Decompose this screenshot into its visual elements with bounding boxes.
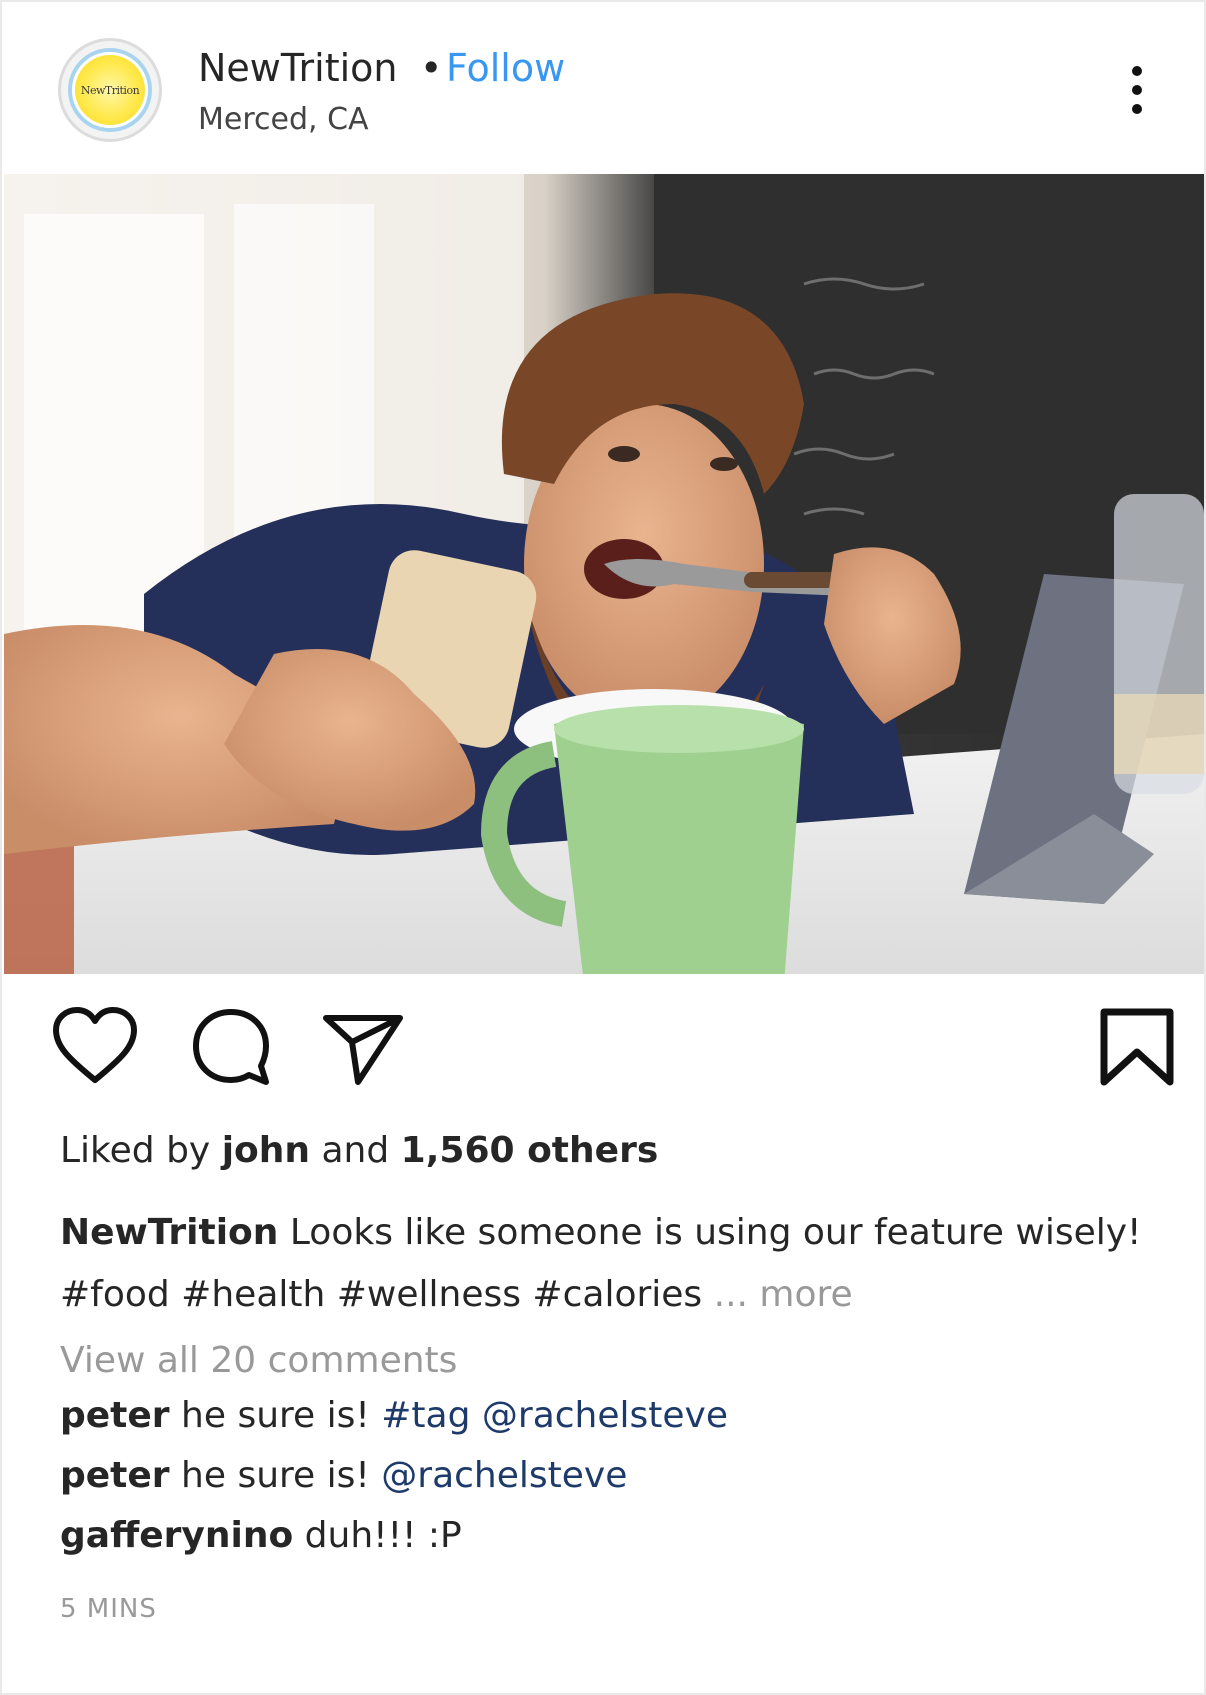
post-header: NewTrition NewTrition • Follow Merced, C…: [2, 2, 1204, 174]
caption-more-link[interactable]: ... more: [714, 1274, 853, 1315]
lemon-logo-icon: NewTrition: [75, 55, 145, 125]
caption-text: Looks like someone is using our feature …: [289, 1212, 1142, 1253]
comment-item: peter he sure is! #tag @rachelsteve: [60, 1395, 728, 1436]
caption-author[interactable]: NewTrition: [60, 1212, 278, 1253]
separator-dot: •: [420, 46, 443, 90]
comment-links[interactable]: #tag @rachelsteve: [381, 1395, 728, 1436]
caption-hashtags[interactable]: #food #health #wellness #calories: [60, 1274, 702, 1315]
avatar-ring: NewTrition: [68, 48, 152, 132]
comment-username[interactable]: gafferynino: [60, 1515, 293, 1556]
likes-conj: and: [321, 1130, 390, 1171]
more-options-icon[interactable]: [1122, 60, 1152, 120]
share-icon[interactable]: [318, 1002, 408, 1092]
post-card: NewTrition NewTrition • Follow Merced, C…: [0, 0, 1206, 1695]
comment-item: gafferynino duh!!! :P: [60, 1515, 462, 1556]
liker-username[interactable]: john: [222, 1130, 310, 1171]
comment-text: he sure is!: [181, 1455, 370, 1496]
likes-count[interactable]: 1,560 others: [401, 1130, 659, 1171]
account-name[interactable]: NewTrition: [198, 46, 397, 90]
follow-button[interactable]: Follow: [446, 46, 565, 90]
comment-username[interactable]: peter: [60, 1395, 170, 1436]
likes-prefix: Liked by: [60, 1130, 211, 1171]
post-timestamp: 5 MINS: [60, 1594, 157, 1624]
post-caption: NewTrition Looks like someone is using o…: [60, 1202, 1160, 1326]
comment-text: duh!!! :P: [304, 1515, 462, 1556]
comment-icon[interactable]: [186, 1002, 276, 1092]
post-photo[interactable]: [4, 174, 1204, 974]
comment-links[interactable]: @rachelsteve: [381, 1455, 627, 1496]
comment-text: he sure is!: [181, 1395, 370, 1436]
post-actions: [2, 1002, 1204, 1092]
avatar[interactable]: NewTrition: [58, 38, 162, 142]
comment-item: peter he sure is! @rachelsteve: [60, 1455, 627, 1496]
post-photo-illustration: [4, 174, 1204, 974]
location-label[interactable]: Merced, CA: [198, 102, 369, 137]
bookmark-icon[interactable]: [1092, 1002, 1182, 1092]
comment-username[interactable]: peter: [60, 1455, 170, 1496]
view-all-comments-link[interactable]: View all 20 comments: [60, 1340, 457, 1381]
avatar-logo-text: NewTrition: [80, 83, 140, 97]
heart-icon[interactable]: [50, 1002, 140, 1092]
likes-summary[interactable]: Liked by john and 1,560 others: [60, 1130, 658, 1171]
